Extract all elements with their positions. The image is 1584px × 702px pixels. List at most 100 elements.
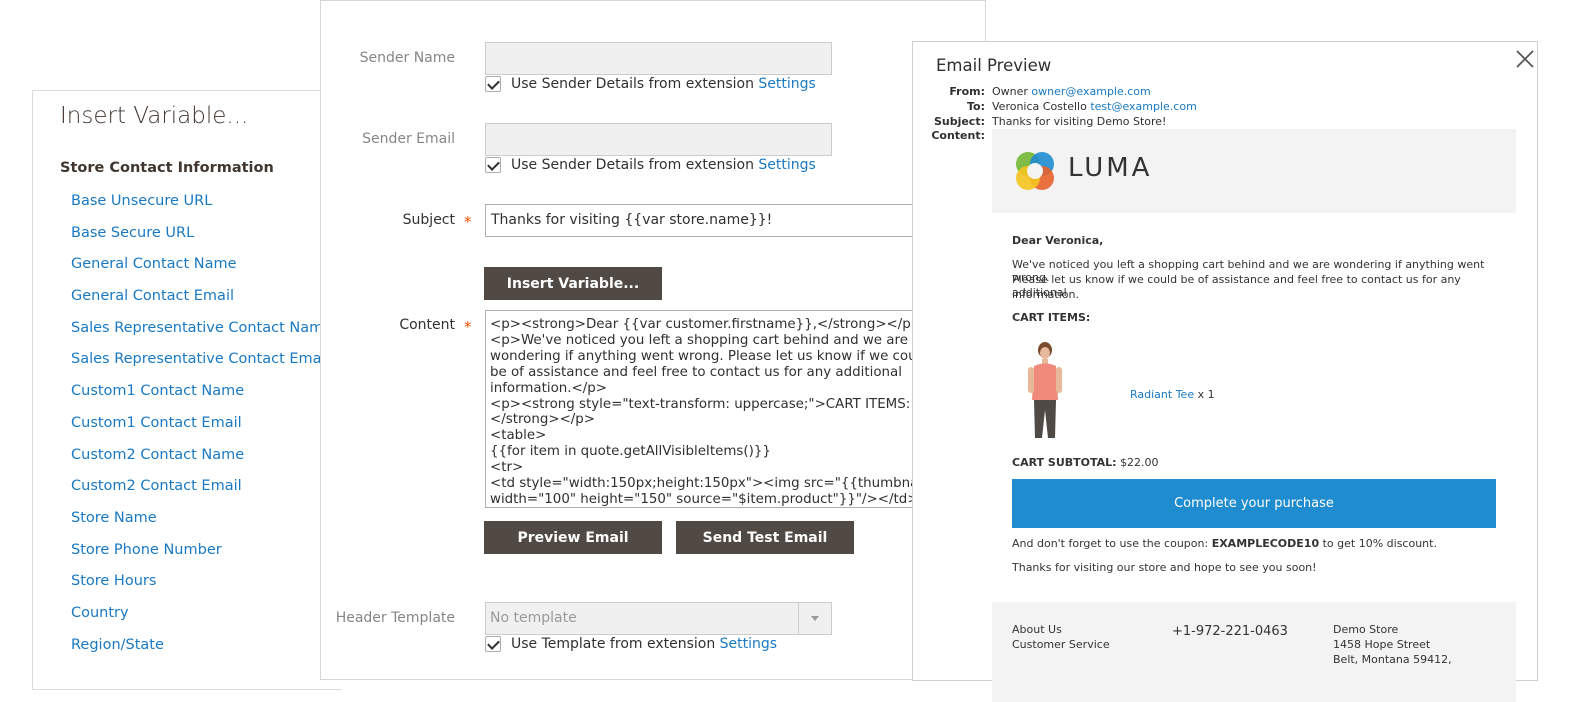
chevron-down-icon	[798, 603, 831, 634]
content-line: <p><strong>Dear {{var customer.firstname…	[490, 317, 922, 332]
to-label: To:	[967, 100, 985, 113]
variable-link[interactable]: General Contact Name	[71, 256, 237, 272]
template-form-panel: Sender Name Use Sender Details from exte…	[320, 0, 986, 680]
variable-list: Base Unsecure URL Base Secure URL Genera…	[71, 189, 332, 664]
content-line: <p><strong style="text-transform: upperc…	[490, 396, 911, 412]
variable-link[interactable]: Base Unsecure URL	[71, 193, 212, 209]
required-mark: *	[464, 213, 472, 231]
variable-link[interactable]: Store Hours	[71, 573, 156, 589]
sender-name-input	[485, 42, 832, 75]
content-label: Content:	[931, 129, 985, 142]
email-greeting: Dear Veronica,	[1012, 234, 1104, 247]
subject-label: Subject:	[933, 115, 985, 128]
insert-variable-button[interactable]: Insert Variable...	[484, 267, 662, 300]
store-street: 1458 Hope Street	[1333, 638, 1431, 651]
preview-email-button[interactable]: Preview Email	[484, 521, 662, 554]
variable-link[interactable]: Store Phone Number	[71, 542, 222, 558]
content-line: wondering if anything went wrong. Please…	[490, 348, 925, 364]
variable-group-heading: Store Contact Information	[60, 160, 274, 176]
preview-to-row: To: Veronica Costello test@example.com	[913, 99, 1197, 114]
cart-item-row: Radiant Tee x 1	[1130, 388, 1215, 401]
content-label: Content	[399, 317, 455, 333]
sender-name-label: Sender Name	[359, 50, 455, 66]
settings-link[interactable]: Settings	[758, 157, 815, 173]
variable-link[interactable]: Region/State	[71, 637, 164, 653]
preview-subject-row: Subject: Thanks for visiting Demo Store!	[913, 114, 1167, 129]
variable-link[interactable]: Country	[71, 605, 129, 621]
coupon-suffix: to get 10% discount.	[1322, 537, 1437, 550]
subtotal-label: CART SUBTOTAL:	[1012, 456, 1117, 469]
from-label: From:	[949, 85, 985, 98]
to-name: Veronica Costello	[992, 100, 1087, 113]
coupon-prefix: And don't forget to use the coupon:	[1012, 537, 1209, 550]
from-email-link[interactable]: owner@example.com	[1031, 85, 1150, 98]
use-sender-details-row: Use Sender Details from extension Settin…	[485, 76, 816, 92]
cart-items-label: CART ITEMS:	[1012, 311, 1091, 324]
thanks-text: Thanks for visiting our store and hope t…	[1012, 561, 1317, 574]
variable-link[interactable]: Base Secure URL	[71, 225, 194, 241]
variable-link[interactable]: Custom1 Contact Email	[71, 415, 242, 431]
header-template-select: No template	[485, 602, 832, 635]
product-link[interactable]: Radiant Tee	[1130, 388, 1194, 401]
variable-link[interactable]: Sales Representative Contact Name	[71, 320, 332, 336]
use-sender-details-checkbox[interactable]	[485, 76, 501, 92]
sender-email-input	[485, 123, 832, 156]
variable-link[interactable]: Custom2 Contact Name	[71, 447, 244, 463]
sender-email-label: Sender Email	[362, 131, 455, 147]
email-preview-modal: Email Preview From: Owner owner@example.c…	[912, 41, 1538, 702]
store-phone: +1-972-221-0463	[1172, 624, 1288, 639]
product-thumbnail	[1028, 342, 1062, 438]
luma-logo-text: LUMA	[1068, 153, 1153, 183]
required-mark: *	[464, 318, 472, 336]
settings-link[interactable]: Settings	[758, 76, 815, 92]
variable-link[interactable]: General Contact Email	[71, 288, 234, 304]
use-template-checkbox[interactable]	[485, 636, 501, 652]
luma-logo-icon	[1016, 152, 1054, 190]
to-email-link[interactable]: test@example.com	[1090, 100, 1196, 113]
email-footer: About Us Customer Service +1-972-221-046…	[992, 602, 1516, 702]
email-body-line: Please let us know if we could be of ass…	[1012, 273, 1461, 299]
content-line: be of assistance and feel free to contac…	[490, 364, 902, 380]
use-template-label: Use Template from extension	[511, 636, 716, 652]
coupon-code: EXAMPLECODE10	[1211, 537, 1320, 550]
email-header: LUMA	[992, 129, 1516, 213]
about-us-link[interactable]: About Us	[1012, 623, 1062, 636]
email-preview-title: Email Preview	[936, 56, 1052, 75]
settings-link[interactable]: Settings	[720, 636, 777, 652]
preview-content-row: Content:	[913, 128, 992, 143]
store-city: Belt, Montana 59412,	[1333, 653, 1452, 666]
preview-subject: Thanks for visiting Demo Store!	[992, 115, 1167, 128]
variable-link[interactable]: Custom2 Contact Email	[71, 478, 242, 494]
preview-from-row: From: Owner owner@example.com	[913, 84, 1150, 99]
send-test-email-button[interactable]: Send Test Email	[676, 521, 854, 554]
from-name: Owner	[992, 85, 1028, 98]
content-line: <tr>	[490, 460, 524, 476]
content-line: </strong></p>	[490, 412, 596, 428]
variable-link[interactable]: Sales Representative Contact Email	[71, 351, 330, 367]
insert-variable-panel: Insert Variable... Store Contact Informa…	[32, 90, 342, 690]
cart-subtotal-row: CART SUBTOTAL: $22.00	[1012, 456, 1159, 469]
variable-link[interactable]: Custom1 Contact Name	[71, 383, 244, 399]
email-body: LUMA Dear Veronica, We've noticed you le…	[992, 129, 1516, 702]
header-template-label: Header Template	[335, 610, 455, 626]
email-body-line: information.	[1012, 288, 1079, 301]
content-line: <td style="width:150px;height:150px"><im…	[490, 476, 925, 492]
use-sender-details-row: Use Sender Details from extension Settin…	[485, 157, 816, 173]
subtotal-value: $22.00	[1120, 456, 1159, 469]
content-line: <table>	[490, 428, 547, 444]
item-quantity: x 1	[1197, 388, 1215, 401]
coupon-text: And don't forget to use the coupon: EXAM…	[1012, 537, 1437, 550]
use-template-row: Use Template from extension Settings	[485, 636, 777, 652]
close-icon[interactable]	[1514, 48, 1536, 70]
variable-link[interactable]: Store Name	[71, 510, 157, 526]
insert-variable-title: Insert Variable...	[60, 103, 249, 129]
content-line: information.</p>	[490, 380, 607, 396]
content-line: {{for item in quote.getAllVisibleItems()…	[490, 444, 771, 460]
content-textarea[interactable]: <p><strong>Dear {{var customer.firstname…	[485, 310, 925, 508]
header-template-value: No template	[490, 610, 577, 626]
subject-input[interactable]: Thanks for visiting {{var store.name}}!	[485, 204, 925, 237]
complete-purchase-button[interactable]: Complete your purchase	[1012, 479, 1496, 528]
customer-service-link[interactable]: Customer Service	[1012, 638, 1110, 651]
use-sender-details-checkbox[interactable]	[485, 157, 501, 173]
store-name: Demo Store	[1333, 623, 1399, 636]
